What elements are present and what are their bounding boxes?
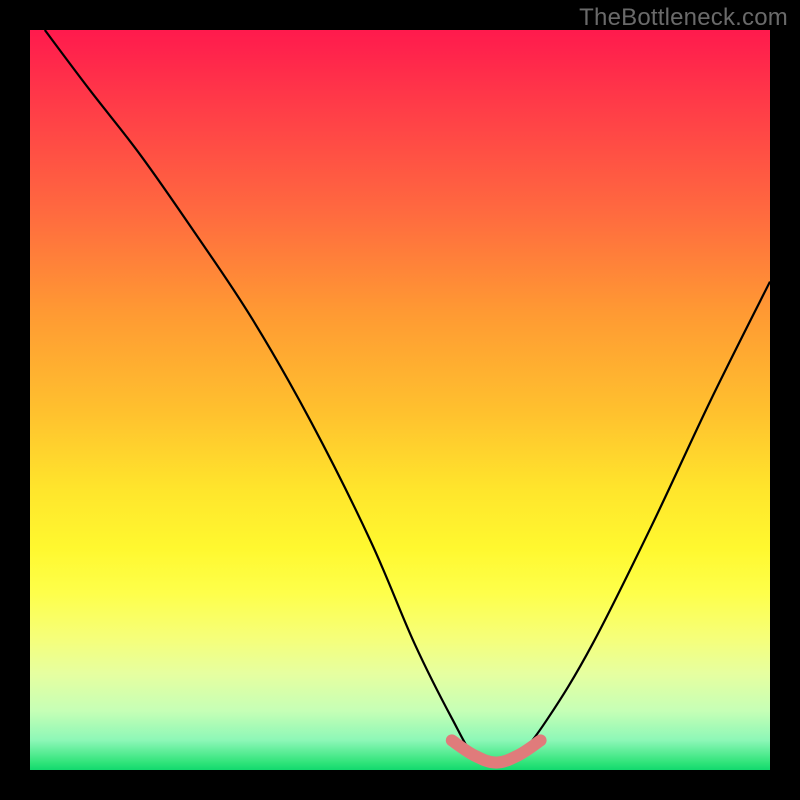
watermark-text: TheBottleneck.com — [579, 4, 788, 32]
plot-area — [30, 30, 770, 770]
highlight-segment — [452, 740, 541, 762]
chart-svg — [30, 30, 770, 770]
outer-frame: TheBottleneck.com — [0, 0, 800, 800]
main-curve — [45, 30, 770, 763]
